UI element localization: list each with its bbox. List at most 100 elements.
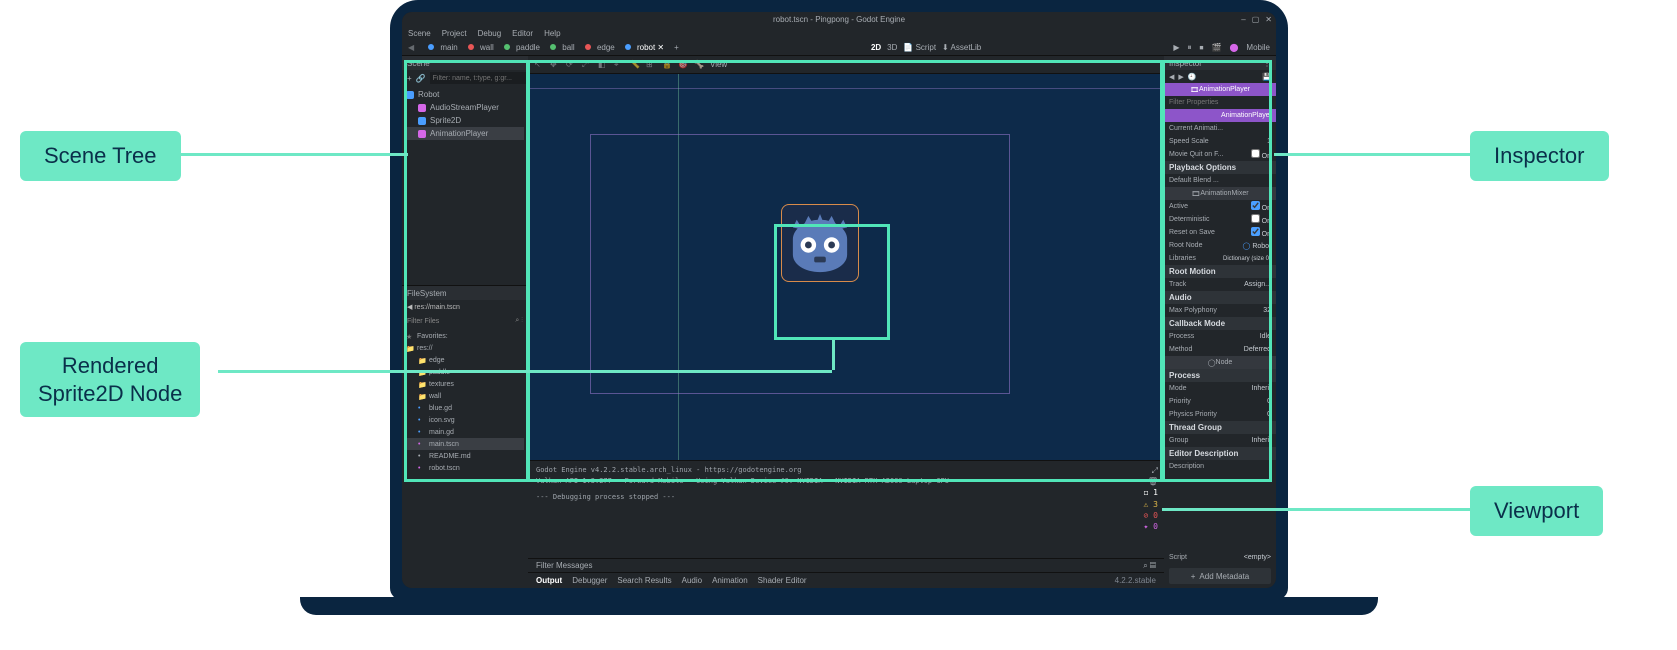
checkbox[interactable] — [1251, 201, 1260, 210]
scene-node[interactable]: AudioStreamPlayer — [406, 101, 524, 114]
snap-tool-icon[interactable]: ⊞ — [646, 60, 656, 70]
prop-value[interactable]: Robot — [1252, 243, 1271, 250]
filter-search-icon[interactable]: ⌕ ▤ — [1143, 561, 1156, 571]
section-playback[interactable]: Playback Options — [1164, 161, 1276, 174]
select-tool-icon[interactable]: ↖ — [534, 60, 544, 70]
clear-icon[interactable]: 🗑 — [1144, 476, 1158, 487]
fs-item[interactable]: •blue.gd — [406, 402, 524, 414]
filesystem-tree[interactable]: ★Favorites:📁res://📁edge📁paddle📁textures📁… — [402, 328, 528, 476]
fs-item[interactable]: •README.md — [406, 450, 524, 462]
tab-paddle[interactable]: paddle — [504, 43, 540, 52]
fs-item[interactable]: •main.gd — [406, 426, 524, 438]
scene-node[interactable]: AnimationPlayer — [406, 127, 524, 140]
tab-animation[interactable]: Animation — [712, 576, 748, 585]
history-back-icon[interactable]: ◀ — [1169, 73, 1174, 81]
fs-filter-label[interactable]: Filter Files — [407, 318, 439, 325]
scene-node[interactable]: Sprite2D — [406, 114, 524, 127]
prop-value[interactable]: 1 — [1267, 138, 1271, 145]
fs-item[interactable]: •main.tscn — [406, 438, 524, 450]
prop-value[interactable]: 32 — [1263, 307, 1271, 314]
sprite2d-render[interactable] — [781, 204, 859, 282]
add-node-icon[interactable]: + — [407, 74, 412, 83]
viewport[interactable] — [528, 74, 1164, 460]
minimize-icon[interactable]: – — [1241, 15, 1245, 24]
tab-wall[interactable]: wall — [468, 43, 494, 52]
fs-item[interactable]: 📁textures — [406, 378, 524, 390]
scene-tree[interactable]: RobotAudioStreamPlayerSprite2DAnimationP… — [402, 86, 528, 142]
menu-project[interactable]: Project — [442, 29, 467, 38]
tab-robot[interactable]: robot ✕ — [625, 43, 664, 52]
lock-tool-icon[interactable]: 🔒 — [662, 60, 672, 70]
fs-item[interactable]: ★Favorites: — [406, 330, 524, 342]
back-icon[interactable]: ◀ — [408, 43, 414, 52]
tab-main[interactable]: main — [428, 43, 458, 52]
link-icon[interactable]: 🔗 — [416, 74, 426, 83]
section-editor-desc[interactable]: Editor Description — [1164, 447, 1276, 460]
fs-item[interactable]: 📁edge — [406, 354, 524, 366]
tab-ball[interactable]: ball — [550, 43, 575, 52]
group-tool-icon[interactable]: 🎯 — [678, 60, 688, 70]
section-audio[interactable]: Audio — [1164, 291, 1276, 304]
play-icon[interactable]: ▶ — [1173, 43, 1179, 52]
checkbox[interactable] — [1251, 149, 1260, 158]
rotate-tool-icon[interactable]: ⟳ — [566, 60, 576, 70]
script-value[interactable]: <empty> — [1244, 554, 1271, 561]
fs-item[interactable]: •robot.tscn — [406, 462, 524, 474]
tool5-icon[interactable]: ◧ — [598, 60, 608, 70]
mode-3d[interactable]: 3D — [887, 43, 897, 52]
checkbox[interactable] — [1251, 214, 1260, 223]
fs-item[interactable]: 📁wall — [406, 390, 524, 402]
fs-item[interactable]: 📁res:// — [406, 342, 524, 354]
mode-assetlib[interactable]: ⬇ AssetLib — [942, 43, 981, 52]
renderer-select[interactable]: Mobile — [1246, 43, 1270, 52]
scale-tool-icon[interactable]: ⤢ — [582, 60, 592, 70]
ruler-tool-icon[interactable]: 📏 — [630, 60, 640, 70]
close-icon[interactable]: ✕ — [1265, 15, 1272, 24]
prop-value[interactable]: 0 — [1267, 398, 1271, 405]
mode-script[interactable]: 📄 Script — [903, 43, 936, 52]
menu-scene[interactable]: Scene — [408, 29, 431, 38]
assign-button[interactable]: Assign... — [1244, 281, 1271, 288]
checkbox[interactable] — [1251, 227, 1260, 236]
output-console[interactable]: Godot Engine v4.2.2.stable.arch_linux - … — [528, 461, 1164, 558]
prop-value[interactable]: Inherit — [1252, 437, 1271, 444]
menu-help[interactable]: Help — [544, 29, 560, 38]
save-icon[interactable]: 💾 — [1262, 73, 1271, 81]
add-metadata-button[interactable]: + Add Metadata — [1169, 568, 1271, 584]
stop-icon[interactable]: ⏹ — [1200, 43, 1204, 53]
move-tool-icon[interactable]: ✥ — [550, 60, 560, 70]
filter-properties[interactable]: Filter Properties — [1169, 99, 1218, 106]
prop-value[interactable]: Inherit — [1252, 385, 1271, 392]
section-process[interactable]: Process — [1164, 369, 1276, 382]
expand-icon[interactable]: ⤢ — [1144, 465, 1158, 476]
section-rootmotion[interactable]: Root Motion — [1164, 265, 1276, 278]
filter-messages-input[interactable]: Filter Messages — [536, 561, 592, 570]
fs-item[interactable]: •icon.svg — [406, 414, 524, 426]
tab-audio[interactable]: Audio — [682, 576, 702, 585]
tab-shader-editor[interactable]: Shader Editor — [758, 576, 807, 585]
prop-value[interactable]: Dictionary (size 0) — [1223, 256, 1271, 262]
tab-debugger[interactable]: Debugger — [572, 576, 607, 585]
add-tab-icon[interactable]: + — [674, 43, 679, 52]
menu-editor[interactable]: Editor — [512, 29, 533, 38]
section-thread[interactable]: Thread Group — [1164, 421, 1276, 434]
inspector-menu-icon[interactable]: ⋮ — [1263, 59, 1271, 68]
bone-tool-icon[interactable]: 🦴 — [694, 60, 704, 70]
tab-output[interactable]: Output — [536, 576, 562, 585]
prop-value[interactable]: Deferred — [1244, 346, 1271, 353]
fs-search-icon[interactable]: ⌕ ⋮ — [515, 317, 523, 325]
mode-2d[interactable]: 2D — [871, 43, 881, 52]
tab-search-results[interactable]: Search Results — [617, 576, 671, 585]
movie-icon[interactable]: ⬤ — [1229, 43, 1238, 52]
fs-nav-icon[interactable]: ◀ — [407, 303, 412, 311]
pause-icon[interactable]: ⏸ — [1188, 43, 1192, 53]
tab-edge[interactable]: edge — [585, 43, 615, 52]
scene-node[interactable]: Robot — [406, 88, 524, 101]
menu-debug[interactable]: Debug — [478, 29, 502, 38]
play-scene-icon[interactable]: 🎬 — [1212, 43, 1222, 52]
tool6-icon[interactable]: ⌖ — [614, 60, 624, 70]
maximize-icon[interactable]: ▢ — [1252, 15, 1260, 24]
prop-value[interactable]: Idle — [1260, 333, 1271, 340]
section-callback[interactable]: Callback Mode — [1164, 317, 1276, 330]
view-menu[interactable]: View — [710, 60, 727, 69]
